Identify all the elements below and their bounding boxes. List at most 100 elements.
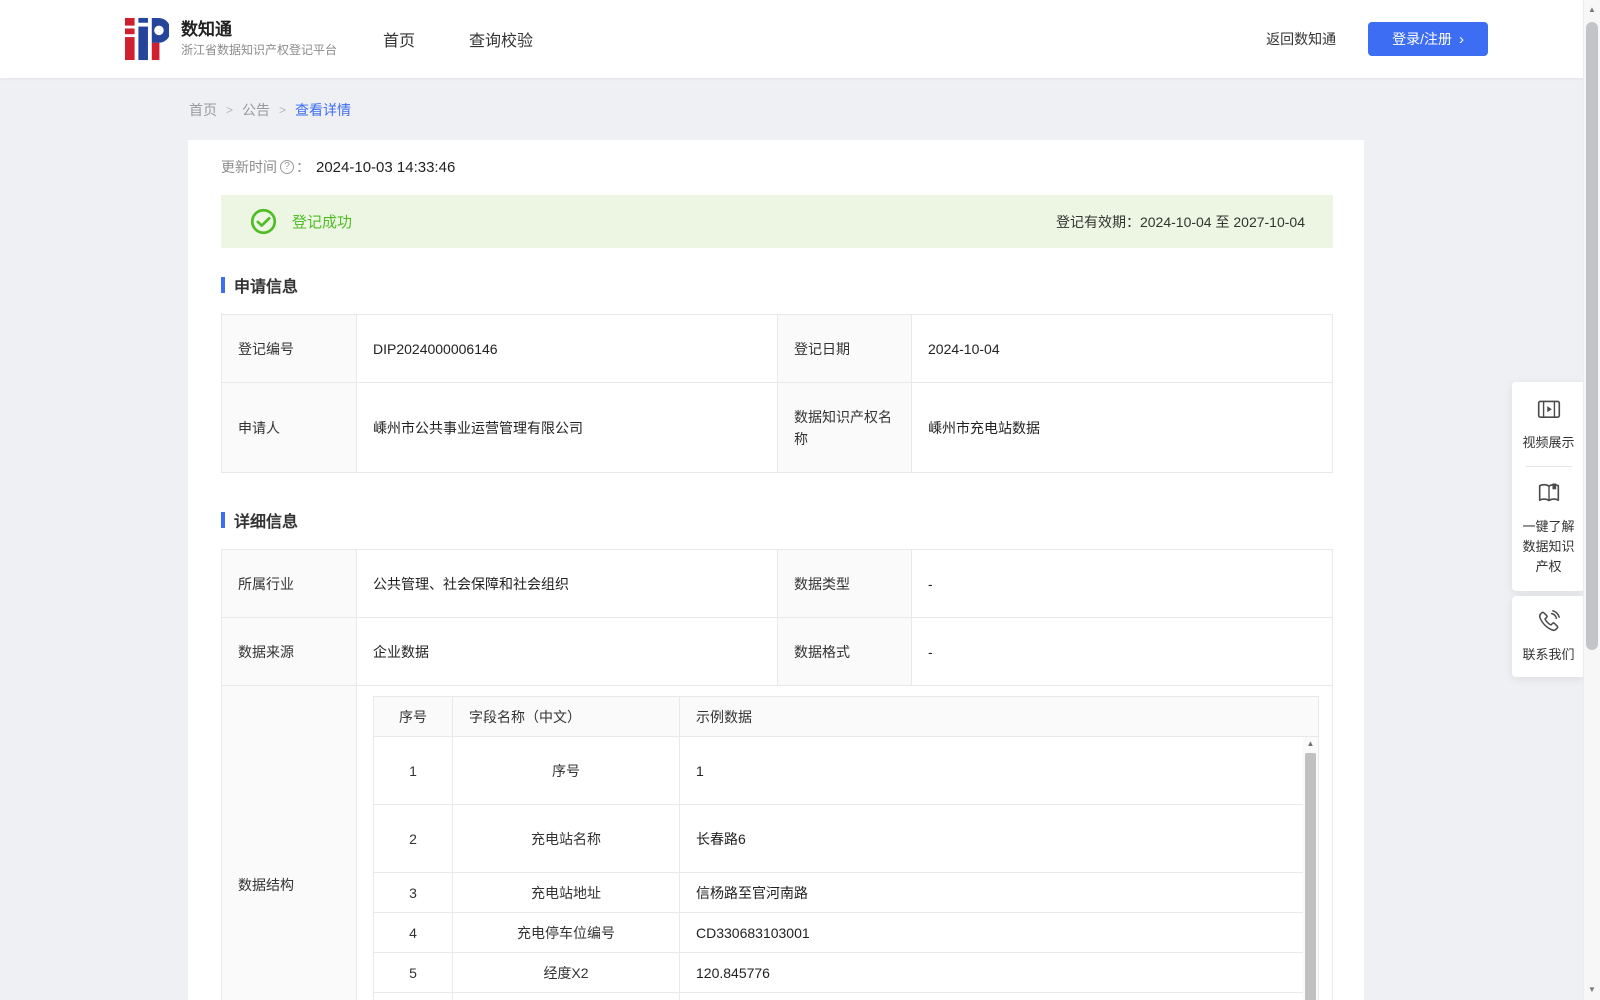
breadcrumb-home[interactable]: 首页 xyxy=(189,100,217,120)
column-header: 字段名称（中文） xyxy=(452,696,680,737)
field-value: 嵊州市充电站数据 xyxy=(911,382,1333,473)
breadcrumb-separator: > xyxy=(226,103,234,117)
structure-row: 3 充电站地址 信杨路至官河南路 xyxy=(373,872,1319,913)
breadcrumb-announcements[interactable]: 公告 xyxy=(242,100,270,120)
field-label: 申请人 xyxy=(221,382,357,473)
field-name: 充电站名称 xyxy=(452,804,680,873)
structure-row: 4 充电停车位编号 CD330683103001 xyxy=(373,912,1319,953)
update-time-row: 更新时间 ? ： 2024-10-03 14:33:46 xyxy=(221,157,1333,177)
table-row: 申请人 嵊州市公共事业运营管理有限公司 数据知识产权名称 嵊州市充电站数据 xyxy=(221,382,1333,473)
status-text: 登记成功 xyxy=(292,214,353,231)
data-structure-cell: 序号 字段名称（中文） 示例数据 1 序号 1 2 充电站名称 长春路6 3 充… xyxy=(356,685,1333,1000)
scroll-down-arrow-icon[interactable]: ▼ xyxy=(1584,982,1600,998)
breadcrumb-separator: > xyxy=(279,103,287,117)
sample-data: 120.845776 xyxy=(679,952,1319,993)
page-scrollbar: ▲ ▼ xyxy=(1583,0,1600,1000)
field-name: 充电停车位编号 xyxy=(452,912,680,953)
structure-header-row: 序号 字段名称（中文） 示例数据 xyxy=(373,696,1319,737)
nav-item-verify[interactable]: 查询校验 xyxy=(469,27,533,51)
video-icon xyxy=(1537,400,1560,418)
field-label: 登记日期 xyxy=(777,314,912,383)
field-value: - xyxy=(911,549,1333,618)
field-label: 数据来源 xyxy=(221,617,357,686)
scroll-up-arrow-icon[interactable]: ▲ xyxy=(1584,2,1600,18)
login-button-label: 登录/注册 xyxy=(1392,31,1452,47)
column-header: 示例数据 xyxy=(679,696,1319,737)
detail-card: 更新时间 ? ： 2024-10-03 14:33:46 登记成功 登记有效期：… xyxy=(188,140,1364,1000)
field-name: 纬度Y2 xyxy=(452,992,680,1000)
section-marker xyxy=(221,512,225,528)
chevron-right-icon: › xyxy=(1459,30,1464,48)
sample-data: CD330683103001 xyxy=(679,912,1319,953)
update-time-value: 2024-10-03 14:33:46 xyxy=(316,158,456,176)
row-index: 2 xyxy=(373,804,453,873)
table-row: 登记编号 DIP2024000006146 登记日期 2024-10-04 xyxy=(221,314,1333,383)
field-name: 经度X2 xyxy=(452,952,680,993)
top-header: 数知通 浙江省数据知识产权登记平台 首页 查询校验 返回数知通 登录/注册 › xyxy=(0,0,1600,78)
field-value: 公共管理、社会保障和社会组织 xyxy=(356,549,778,618)
field-label: 登记编号 xyxy=(221,314,357,383)
success-check-icon xyxy=(250,208,277,235)
structure-table: 序号 字段名称（中文） 示例数据 1 序号 1 2 充电站名称 长春路6 3 充… xyxy=(373,696,1319,1000)
column-header: 序号 xyxy=(373,696,453,737)
sample-data: 信杨路至官河南路 xyxy=(679,872,1319,913)
field-value: - xyxy=(911,617,1333,686)
breadcrumb-current: 查看详情 xyxy=(295,102,352,118)
main-nav: 首页 查询校验 xyxy=(383,27,533,51)
validity-label: 登记有效期： xyxy=(1055,213,1140,230)
page-scrollbar-thumb[interactable] xyxy=(1586,22,1598,650)
field-name: 充电站地址 xyxy=(452,872,680,913)
update-time-colon: ： xyxy=(296,159,310,175)
contact-widget[interactable]: 联系我们 xyxy=(1512,596,1585,677)
row-index: 4 xyxy=(373,912,453,953)
detail-info-table: 所属行业 公共管理、社会保障和社会组织 数据类型 - 数据来源 企业数据 数据格… xyxy=(221,549,1333,1000)
section-marker xyxy=(221,277,225,293)
help-question-icon[interactable]: ? xyxy=(280,160,294,174)
field-value: 2024-10-04 xyxy=(911,314,1333,383)
structure-row: 1 序号 1 xyxy=(373,736,1319,805)
field-value: DIP2024000006146 xyxy=(356,314,778,383)
breadcrumb: 首页 > 公告 > 查看详情 xyxy=(189,100,1600,120)
field-label: 所属行业 xyxy=(221,549,357,618)
field-label: 数据知识产权名称 xyxy=(777,382,912,473)
field-name: 序号 xyxy=(452,736,680,805)
row-index: 1 xyxy=(373,736,453,805)
scroll-up-arrow-icon[interactable]: ▲ xyxy=(1303,737,1318,751)
apply-info-table: 登记编号 DIP2024000006146 登记日期 2024-10-04 申请… xyxy=(221,314,1333,473)
contact-widget-label: 联系我们 xyxy=(1522,647,1575,662)
row-index: 6 xyxy=(373,992,453,1000)
nav-item-home[interactable]: 首页 xyxy=(383,27,415,51)
video-widget-label: 视频展示 xyxy=(1522,435,1575,450)
login-register-button[interactable]: 登录/注册 › xyxy=(1368,22,1488,56)
table-row: 数据来源 企业数据 数据格式 - xyxy=(221,617,1333,686)
sample-data: 1 xyxy=(679,736,1319,805)
logo-title: 数知通 xyxy=(181,20,232,39)
structure-table-scrollbar: ▲ xyxy=(1303,737,1318,1000)
data-structure-row: 数据结构 序号 字段名称（中文） 示例数据 1 序号 1 2 充电站名称 长春路… xyxy=(221,685,1333,1000)
field-label: 数据类型 xyxy=(777,549,912,618)
field-label: 数据结构 xyxy=(221,685,357,1000)
structure-row: 6 纬度Y2 29.593634 xyxy=(373,992,1319,1000)
structure-row: 5 经度X2 120.845776 xyxy=(373,952,1319,993)
row-index: 5 xyxy=(373,952,453,993)
detail-info-section-title: 详细信息 xyxy=(221,509,1333,531)
phone-icon xyxy=(1538,610,1560,632)
logo[interactable]: 数知通 浙江省数据知识产权登记平台 xyxy=(125,17,337,61)
sample-data: 29.593634 xyxy=(679,992,1319,1000)
logo-subtitle: 浙江省数据知识产权登记平台 xyxy=(181,43,338,57)
book-icon xyxy=(1538,483,1559,502)
video-widget[interactable]: 视频展示 一键了解数据知识产权 xyxy=(1512,382,1585,591)
update-time-label: 更新时间 xyxy=(221,159,277,175)
structure-row: 2 充电站名称 长春路6 xyxy=(373,804,1319,873)
logo-icon xyxy=(125,17,169,61)
validity-value: 2024-10-04 至 2027-10-04 xyxy=(1139,213,1305,230)
guide-widget-label: 一键了解数据知识产权 xyxy=(1522,519,1575,574)
field-value: 嵊州市公共事业运营管理有限公司 xyxy=(356,382,778,473)
back-to-shuzhitong-link[interactable]: 返回数知通 xyxy=(1266,29,1336,49)
registration-status-banner: 登记成功 登记有效期：2024-10-04 至 2027-10-04 xyxy=(221,195,1333,248)
scrollbar-thumb[interactable] xyxy=(1305,753,1316,1000)
sample-data: 长春路6 xyxy=(679,804,1319,873)
widget-divider xyxy=(1525,466,1572,467)
row-index: 3 xyxy=(373,872,453,913)
table-row: 所属行业 公共管理、社会保障和社会组织 数据类型 - xyxy=(221,549,1333,618)
